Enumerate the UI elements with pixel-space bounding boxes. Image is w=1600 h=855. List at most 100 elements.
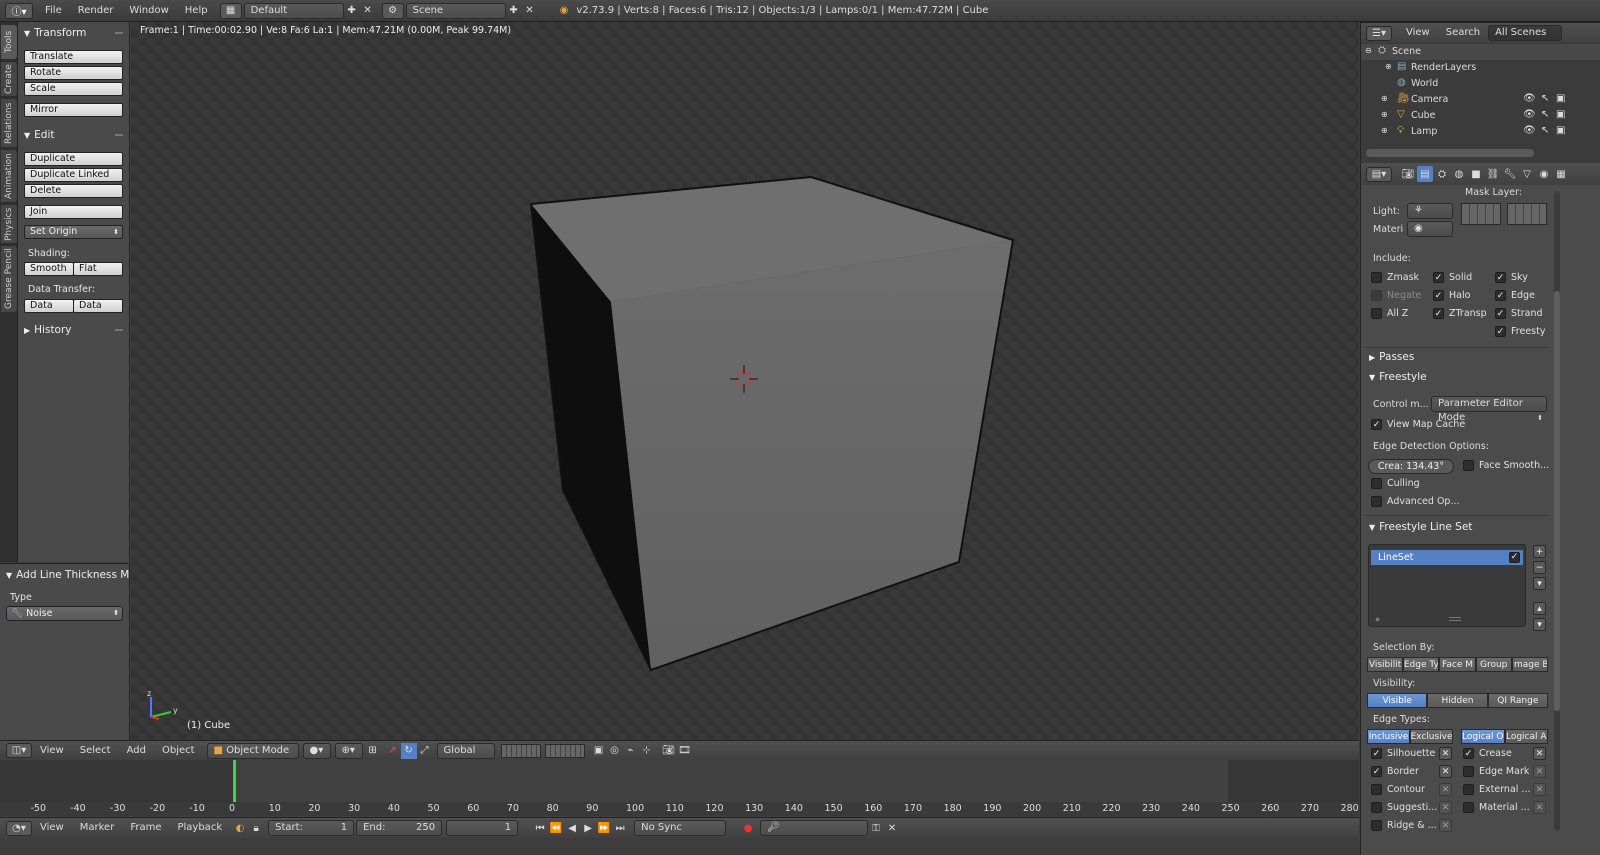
lineset-list[interactable]: LineSet ✓ ⋄ [1368,544,1526,627]
suggestive-contour-checkbox[interactable]: Suggesti... [1371,802,1437,813]
lock-time-icon[interactable]: 🔒︎ [248,820,264,836]
renderable-camera-icon[interactable]: ▣ [1556,93,1565,104]
panel-grip-icon[interactable] [115,32,123,34]
outliner-row-world[interactable]: ◍ World [1361,76,1600,92]
menu-add[interactable]: Add [119,741,154,761]
lock-layers-icon[interactable]: ▣ [591,743,607,759]
preview-range-icon[interactable]: ◐ [232,820,248,836]
shading-mode-dropdown[interactable]: ●▾ [302,742,331,759]
scene-field[interactable]: Scene [405,2,506,19]
exclude-suggestive-icon[interactable]: ✕ [1439,801,1452,814]
edge-mark-checkbox[interactable]: Edge Mark [1463,766,1529,777]
exclude-external-icon[interactable]: ✕ [1533,783,1546,796]
external-contour-checkbox[interactable]: External ... [1463,784,1531,795]
constraints-tab-icon[interactable]: ⛓︎ [1485,166,1501,182]
scale-button[interactable]: Scale [24,82,123,96]
menu-window[interactable]: Window [121,0,176,22]
render-tab-icon[interactable]: 📷︎ [1400,166,1416,182]
delete-keyframe-icon[interactable]: ✕ [884,820,900,836]
silhouette-checkbox[interactable]: ✓ Silhouette [1371,748,1435,759]
info-editor-type-icon[interactable]: ⓘ▾ [5,2,33,19]
remove-screen-icon[interactable]: ✕ [360,3,376,19]
outliner-row-renderlayers[interactable]: ⊕ ▤ RenderLayers [1361,60,1600,76]
remove-scene-icon[interactable]: ✕ [522,3,538,19]
render-opengl-icon[interactable]: 📷︎ [661,743,677,759]
jump-start-icon[interactable]: ⏮ [532,820,548,836]
menu-object[interactable]: Object [154,741,203,761]
panel-passes-header[interactable]: ▶ Passes [1363,348,1414,366]
flat-button[interactable]: Flat [73,262,123,276]
rotate-manipulator-icon[interactable]: ↻ [400,742,417,759]
halo-checkbox[interactable]: ✓ Halo [1433,290,1470,301]
contour-checkbox[interactable]: Contour [1371,784,1425,795]
tab-animation[interactable]: Animation [1,150,17,202]
menu-playback[interactable]: Playback [169,818,230,838]
panel-lineset-header[interactable]: ▼ Freestyle Line Set [1363,518,1472,536]
menu-help[interactable]: Help [177,0,216,22]
duplicate-button[interactable]: Duplicate [24,152,123,166]
render-layers-tab-icon[interactable]: ▤ [1417,166,1433,182]
tab-grease-pencil[interactable]: Grease Pencil [1,246,17,312]
cube-object[interactable] [131,22,1359,740]
menu-view[interactable]: View [32,741,72,761]
panel-transform-header[interactable]: ▼ Transform [18,24,130,42]
editor-type-icon[interactable]: ◫▾ [6,743,32,758]
texture-tab-icon[interactable]: ▦ [1553,166,1569,182]
panel-history-header[interactable]: ▶ History [18,321,130,339]
check-icon[interactable]: ✓ [1509,552,1520,563]
type-dropdown[interactable]: 🔧︎ Noise ⬍ [6,606,123,621]
strand-checkbox[interactable]: ✓ Strand [1495,308,1543,319]
move-up-icon[interactable]: ▴ [1533,602,1546,615]
add-scene-icon[interactable]: ✚ [506,3,522,19]
mask-layers-a[interactable] [1461,203,1501,225]
exclude-silhouette-icon[interactable]: ✕ [1439,747,1452,760]
panel-grip-icon[interactable] [115,329,123,331]
hidden-toggle[interactable]: Hidden [1427,693,1488,708]
data-button[interactable]: Data [24,299,74,313]
mirror-button[interactable]: Mirror [24,103,123,117]
lineset-specials-icon[interactable]: ▾ [1533,577,1546,590]
orientation-dropdown[interactable]: Global [436,742,495,759]
visible-toggle[interactable]: Visible [1367,693,1428,708]
menu-search[interactable]: Search [1438,23,1488,43]
advanced-options-checkbox[interactable]: Advanced Op... [1371,496,1460,507]
expand-icon[interactable]: ⊕ [1381,126,1388,135]
visibility-eye-icon[interactable]: 👁︎ [1523,93,1536,104]
timeline-editor[interactable]: -50 -40 -30 -20 -10 0 10 20 30 40 50 60 70 80 90 100 110… [0,760,1359,817]
selectable-arrow-icon[interactable]: ↖ [1541,109,1549,120]
selection-edge-types-toggle[interactable]: Edge Ty [1403,657,1440,672]
exclude-edge-mark-icon[interactable]: ✕ [1533,765,1546,778]
expand-icon[interactable]: ⊕ [1381,110,1388,119]
proportional-edit-icon[interactable]: ◎ [607,743,623,759]
outliner-row-cube[interactable]: ⊕ ▽ Cube 👁︎ ↖ ▣ [1361,108,1600,124]
logical-or-toggle[interactable]: Logical O [1461,729,1505,744]
face-smoothness-checkbox[interactable]: Face Smooth... [1463,460,1549,471]
world-tab-icon[interactable]: ◍ [1451,166,1467,182]
manipulator-toggle-icon[interactable]: ⊞ [365,743,381,759]
crease-checkbox[interactable]: ✓ Crease [1463,748,1512,759]
rotate-button[interactable]: Rotate [24,66,123,80]
smooth-button[interactable]: Smooth [24,262,74,276]
editor-type-icon[interactable]: ☰▾ [1366,25,1392,41]
view-map-cache-checkbox[interactable]: ✓ View Map Cache [1371,419,1465,430]
crease-angle-field[interactable]: Crea: 134.43° [1368,459,1454,474]
editor-type-icon[interactable]: ◔▾ [6,820,32,836]
list-resize-grip-icon[interactable] [1449,617,1461,621]
edge-checkbox[interactable]: ✓ Edge [1495,290,1535,301]
sync-dropdown[interactable]: No Sync [634,820,727,836]
panel-grip-icon[interactable] [115,134,123,136]
renderable-camera-icon[interactable]: ▣ [1556,125,1565,136]
material-boundary-checkbox[interactable]: Material ... [1463,802,1530,813]
scale-manipulator-icon[interactable]: ⤢ [417,743,433,759]
3d-viewport[interactable]: Frame:1 | Time:00:02.90 | Ve:8 Fa:6 La:1… [131,22,1359,740]
solid-checkbox[interactable]: ✓ Solid [1433,272,1472,283]
panel-freestyle-header[interactable]: ▼ Freestyle [1363,368,1427,386]
ztransp-checkbox[interactable]: ✓ ZTransp [1433,308,1487,319]
current-frame-field[interactable]: 1 [446,820,519,836]
mode-dropdown[interactable]: ■ Object Mode [206,742,299,759]
visibility-eye-icon[interactable]: 👁︎ [1523,125,1536,136]
menu-file[interactable]: File [37,0,70,22]
menu-render[interactable]: Render [70,0,122,22]
light-override-field[interactable]: ⚘ [1407,203,1453,219]
qi-range-toggle[interactable]: QI Range [1487,693,1548,708]
